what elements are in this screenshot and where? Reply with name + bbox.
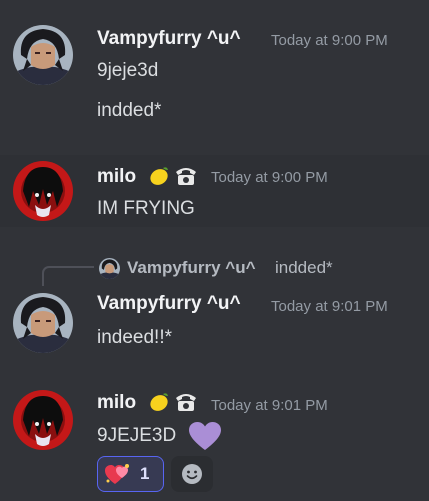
add-reaction-button[interactable] — [171, 456, 213, 492]
message-text: IM FRYING — [97, 198, 195, 219]
message-text: indded* — [97, 100, 162, 121]
reply-avatar[interactable] — [99, 258, 120, 279]
reply-preview-text[interactable]: indded* — [275, 258, 333, 278]
message-group[interactable]: milo Today at 9:01 PM 9JEJE3D — [0, 380, 429, 501]
message-author[interactable]: Vampyfurry ^u^ — [97, 293, 241, 315]
avatar-milo[interactable] — [13, 390, 73, 450]
message-text: 9JEJE3D — [97, 425, 177, 446]
telephone-emoji — [174, 391, 198, 418]
hearts-on-fire-emoji — [105, 462, 131, 491]
avatar-vampyfurry[interactable] — [13, 293, 73, 353]
reaction-count: 1 — [140, 464, 150, 483]
message-author[interactable]: milo — [97, 166, 136, 188]
message-group[interactable]: Vampyfurry ^u^ Today at 9:01 PM indeed!!… — [0, 282, 429, 362]
message-timestamp[interactable]: Today at 9:00 PM — [271, 32, 388, 49]
message-timestamp[interactable]: Today at 9:01 PM — [271, 298, 388, 315]
message-author[interactable]: milo — [97, 392, 136, 414]
lemon-emoji — [147, 390, 171, 419]
telephone-emoji — [174, 165, 198, 192]
lemon-emoji — [147, 164, 171, 193]
chat-message-list: Vampyfurry ^u^ Today at 9:00 PM 9jeje3d … — [0, 0, 429, 501]
message-text: indeed!!* — [97, 327, 173, 348]
reaction-button[interactable]: 1 — [97, 456, 164, 492]
reply-author[interactable]: Vampyfurry ^u^ — [127, 258, 256, 278]
purple-heart-emoji — [189, 422, 221, 457]
message-group[interactable]: Vampyfurry ^u^ Today at 9:00 PM 9jeje3d … — [0, 14, 429, 134]
avatar-vampyfurry[interactable] — [13, 25, 73, 85]
message-timestamp[interactable]: Today at 9:01 PM — [211, 397, 328, 414]
avatar-milo[interactable] — [13, 161, 73, 221]
message-text: 9jeje3d — [97, 60, 159, 81]
smiley-icon — [181, 463, 203, 490]
message-author[interactable]: Vampyfurry ^u^ — [97, 28, 241, 50]
message-timestamp[interactable]: Today at 9:00 PM — [211, 169, 328, 186]
message-group[interactable]: milo Today at 9:00 PM IM FRYING — [0, 155, 429, 227]
